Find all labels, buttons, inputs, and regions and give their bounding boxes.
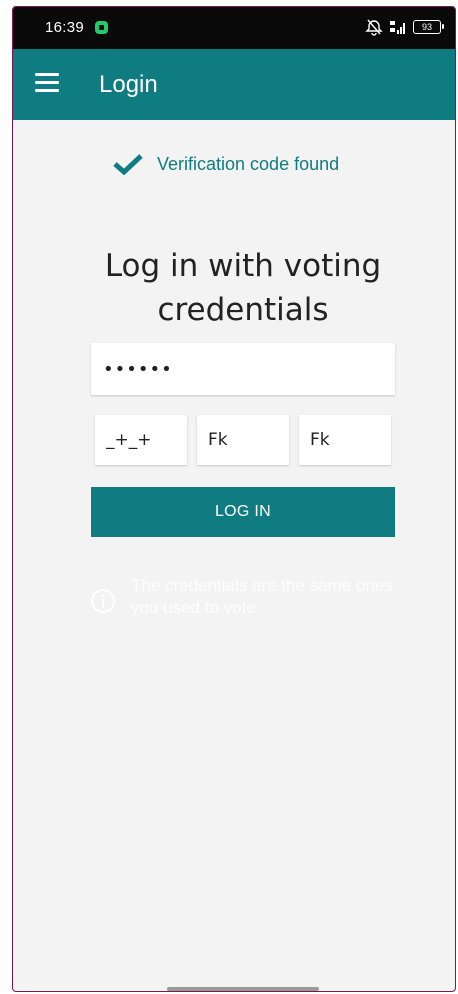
checkmark-icon bbox=[113, 154, 143, 175]
hamburger-menu-icon[interactable] bbox=[35, 73, 61, 95]
verification-text: Verification code found bbox=[157, 153, 340, 174]
status-icons: 93 bbox=[365, 18, 444, 36]
login-heading: Log in with voting credentials bbox=[104, 247, 382, 328]
page-title: Login bbox=[99, 71, 158, 98]
app-notification-icon bbox=[95, 21, 108, 34]
credential-part-1-field[interactable] bbox=[95, 415, 187, 465]
verification-status: Verification code found bbox=[113, 153, 339, 175]
phone-screen: 16:39 93 Login Verification code found L… bbox=[12, 6, 456, 992]
info-text: The credentials are the same ones you us… bbox=[131, 576, 393, 617]
alarm-off-icon bbox=[365, 19, 383, 36]
app-bar: Login bbox=[13, 49, 455, 120]
battery-icon: 93 bbox=[413, 20, 444, 34]
password-field[interactable] bbox=[91, 343, 395, 395]
status-bar: 16:39 93 bbox=[13, 7, 455, 49]
home-indicator[interactable] bbox=[167, 987, 319, 991]
info-icon bbox=[91, 589, 115, 613]
status-time: 16:39 bbox=[45, 19, 85, 36]
login-button[interactable]: LOG IN bbox=[91, 487, 395, 537]
credential-part-3-field[interactable] bbox=[299, 415, 391, 465]
info-message: The credentials are the same ones you us… bbox=[89, 575, 409, 619]
credential-part-2-field[interactable] bbox=[197, 415, 289, 465]
signal-4g-icon bbox=[390, 21, 405, 34]
